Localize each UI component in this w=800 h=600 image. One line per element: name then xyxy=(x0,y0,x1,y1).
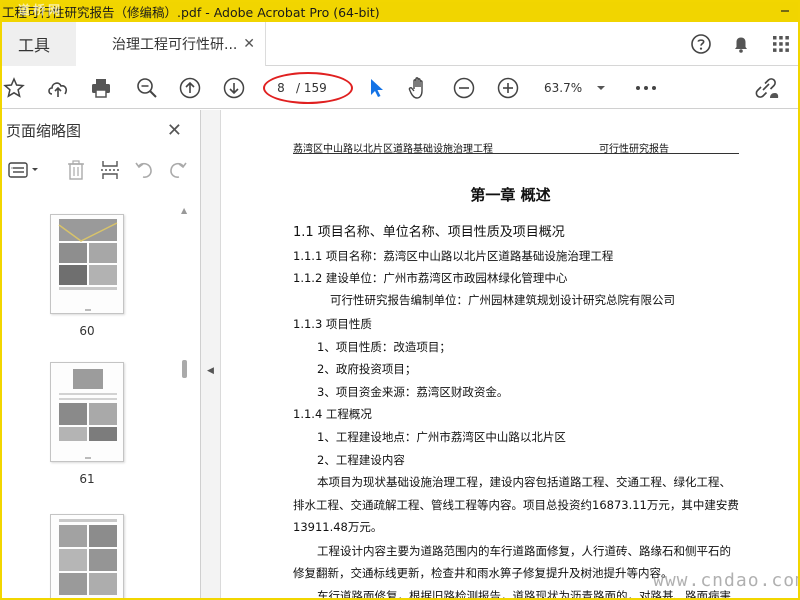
tools-tab[interactable]: 工具 xyxy=(0,22,76,66)
paragraph-line: 修复翻新，交通标线更新，检查井和雨水箅子修复提升及树池提升等内容。 xyxy=(293,566,673,580)
body-line: 可行性研究报告编制单位：广州园林建筑规划设计研究总院有限公司 xyxy=(330,293,675,307)
hand-tool-icon[interactable] xyxy=(405,74,433,102)
page-thumbnails-panel: 页面缩略图 ✕ 60 61 ▲ xyxy=(0,110,201,600)
site-watermark-top: 道桥网 xyxy=(18,3,64,17)
document-tab-label: 治理工程可行性研... xyxy=(112,37,238,53)
running-header-project: 荔湾区中山路以北片区道路基础设施治理工程 xyxy=(293,144,493,155)
panel-collapse-strip[interactable]: ◀ xyxy=(201,110,221,600)
subsection-line: 1.1.4 工程概况 xyxy=(293,407,372,421)
paragraph-line: 排水工程、交通疏解工程、管线工程等内容。项目总投资约16873.11万元，其中建… xyxy=(293,498,739,512)
paragraph-line: 工程设计内容主要为道路范围内的车行道路面修复，人行道砖、路缘石和侧平石的 xyxy=(317,544,731,558)
notification-bell-icon[interactable] xyxy=(728,31,754,57)
chapter-title: 第一章 概述 xyxy=(470,186,551,204)
subsection-line: 1.1.2 建设单位：广州市荔湾区市政园林绿化管理中心 xyxy=(293,271,568,285)
close-panel-icon[interactable]: ✕ xyxy=(167,120,182,141)
help-icon[interactable] xyxy=(688,31,714,57)
tools-tab-label: 工具 xyxy=(17,36,50,55)
thumbnail-page-61[interactable]: 61 xyxy=(50,362,124,486)
site-watermark: www.cndao.com xyxy=(653,570,800,591)
chevron-down-icon xyxy=(597,86,605,90)
minimize-icon xyxy=(781,10,789,12)
zoom-level-value: 63.7% xyxy=(544,81,583,95)
thumbnail-image xyxy=(50,362,124,462)
print-icon[interactable] xyxy=(87,74,115,102)
tabrow-actions xyxy=(688,22,794,66)
highlight-circle-annotation xyxy=(263,72,353,104)
apps-grid-icon[interactable] xyxy=(768,31,794,57)
select-cursor-icon[interactable] xyxy=(362,74,390,102)
thumbnails-toolbar xyxy=(0,154,200,186)
thumbnail-image xyxy=(50,514,124,600)
page-running-header: 荔湾区中山路以北片区道路基础设施治理工程 可行性研究报告 xyxy=(293,140,739,155)
previous-page-icon[interactable] xyxy=(176,74,204,102)
subsection-line: 1.1.3 项目性质 xyxy=(293,317,372,331)
minimize-button[interactable] xyxy=(770,0,800,22)
window-controls xyxy=(770,0,800,22)
upload-cloud-icon[interactable] xyxy=(44,74,72,102)
more-tools-icon[interactable] xyxy=(632,74,660,102)
main-toolbar: 8 / 159 63.7% xyxy=(0,67,800,109)
zoom-search-icon[interactable] xyxy=(133,74,161,102)
thumbnail-page-number: 61 xyxy=(79,472,95,486)
window-title-bar: 工程可行性研究报告（修编稿）.pdf - Adobe Acrobat Pro (… xyxy=(0,0,800,22)
thumbnail-options-icon[interactable] xyxy=(6,158,42,182)
thumbnail-page-number: 60 xyxy=(79,324,95,338)
collapse-left-icon[interactable]: ◀ xyxy=(207,366,214,376)
next-page-icon[interactable] xyxy=(220,74,248,102)
thumbnail-page-60[interactable]: 60 xyxy=(50,214,124,338)
rotate-right-icon[interactable] xyxy=(166,158,190,182)
list-line: 1、工程建设地点：广州市荔湾区中山路以北片区 xyxy=(317,430,566,444)
document-tab[interactable]: 治理工程可行性研... ✕ xyxy=(76,22,266,66)
list-line: 3、项目资金来源：荔湾区财政资金。 xyxy=(317,385,509,399)
zoom-out-icon[interactable] xyxy=(450,74,478,102)
thumbnail-image xyxy=(50,214,124,314)
thumbnails-panel-title: 页面缩略图 xyxy=(6,121,82,140)
thumbnails-panel-header: 页面缩略图 ✕ xyxy=(0,110,200,150)
paragraph-line: 本项目为现状基础设施治理工程，建设内容包括道路工程、交通工程、绿化工程、 xyxy=(317,475,731,489)
subsection-line: 1.1.1 项目名称：荔湾区中山路以北片区道路基础设施治理工程 xyxy=(293,249,614,263)
list-line: 2、政府投资项目； xyxy=(317,362,417,376)
bookmark-star-icon[interactable] xyxy=(0,74,28,102)
list-line: 1、项目性质：改造项目； xyxy=(317,340,451,354)
running-header-report: 可行性研究报告 xyxy=(599,144,669,155)
document-page-view[interactable]: 荔湾区中山路以北片区道路基础设施治理工程 可行性研究报告 第一章 概述 1.1 … xyxy=(221,110,800,600)
thumbnails-scrollbar[interactable]: ▲ xyxy=(180,206,190,596)
scroll-up-icon[interactable]: ▲ xyxy=(181,206,187,215)
zoom-level-select[interactable]: 63.7% xyxy=(540,77,610,99)
list-line: 2、工程建设内容 xyxy=(317,453,405,467)
rotate-left-icon[interactable] xyxy=(132,158,156,182)
tab-row: 工具 治理工程可行性研... ✕ xyxy=(0,22,800,66)
close-tab-icon[interactable]: ✕ xyxy=(243,36,255,52)
section-heading: 1.1 项目名称、单位名称、项目性质及项目概况 xyxy=(293,225,565,240)
thumbnail-page-62[interactable] xyxy=(50,514,124,600)
zoom-in-icon[interactable] xyxy=(494,74,522,102)
delete-page-icon[interactable] xyxy=(64,158,88,182)
insert-page-icon[interactable] xyxy=(98,158,122,182)
paragraph-line: 13911.48万元。 xyxy=(293,520,383,534)
scrollbar-thumb[interactable] xyxy=(182,360,187,378)
share-link-icon[interactable] xyxy=(752,74,780,102)
